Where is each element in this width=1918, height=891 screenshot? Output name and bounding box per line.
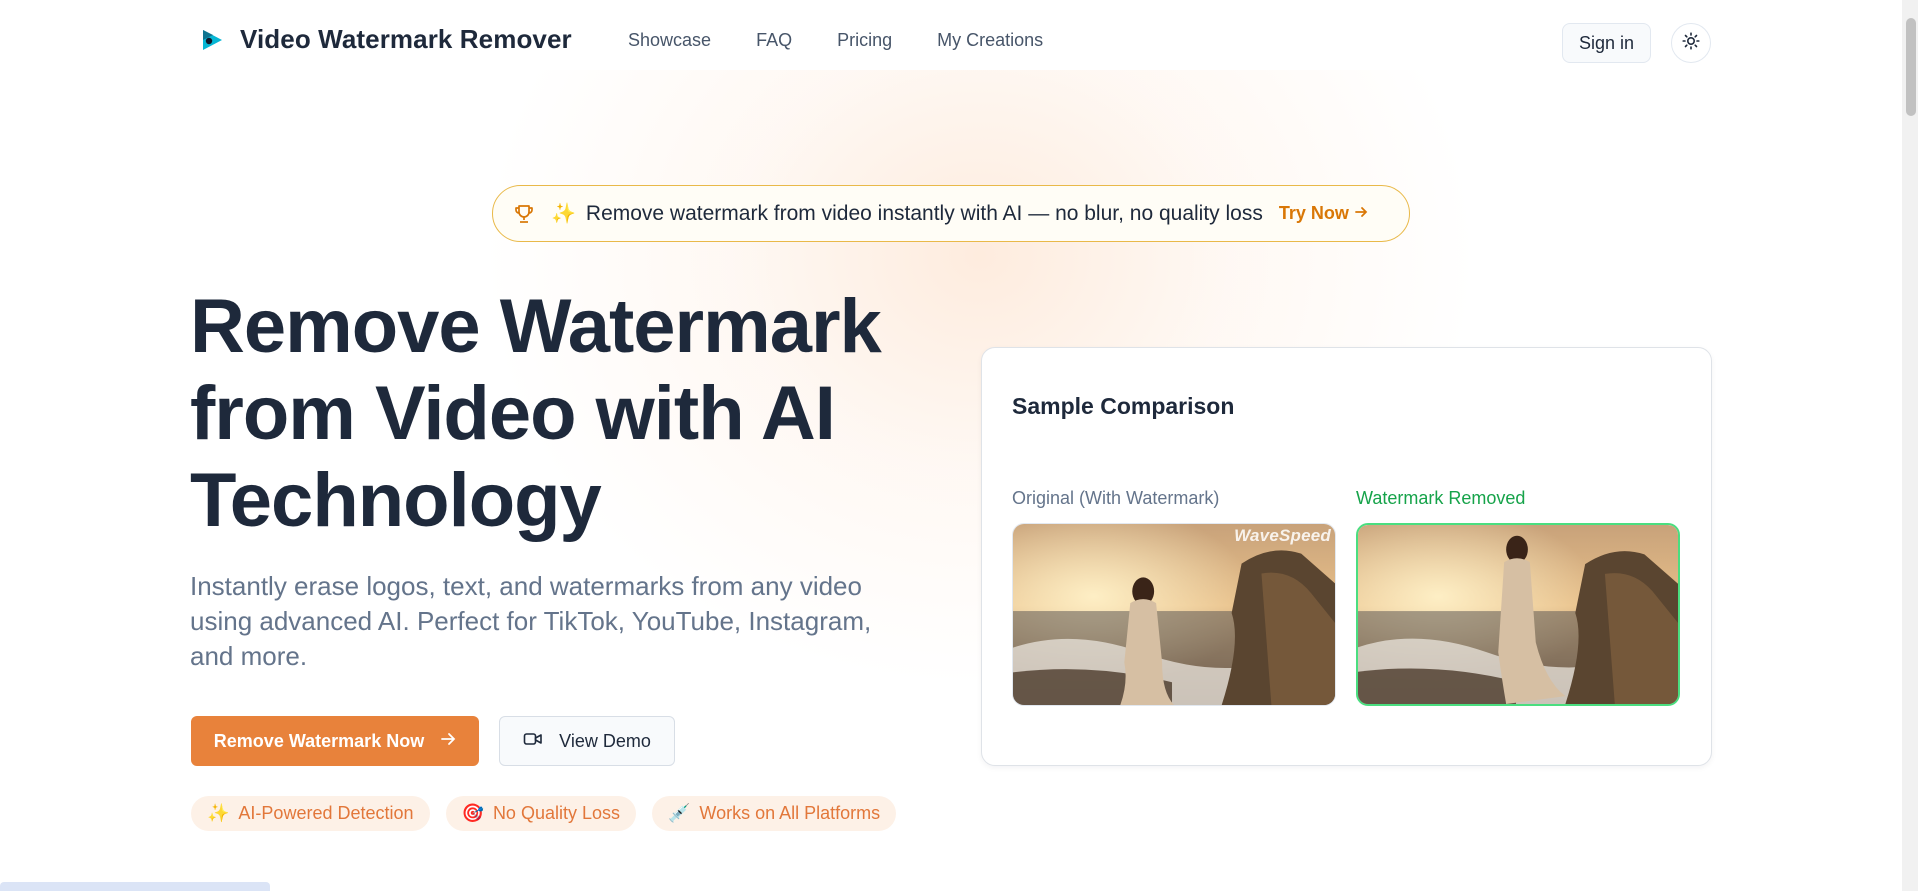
arrow-right-icon	[440, 731, 456, 752]
remove-watermark-now-button[interactable]: Remove Watermark Now	[191, 716, 479, 766]
arrow-right-icon	[1354, 203, 1368, 224]
hero-subtitle: Instantly erase logos, text, and waterma…	[190, 571, 872, 671]
nav-showcase[interactable]: Showcase	[628, 30, 711, 51]
secondary-cta-label: View Demo	[559, 730, 651, 751]
sparkles-icon: ✨	[551, 203, 576, 225]
feature-chip: ✨ AI-Powered Detection	[191, 796, 430, 831]
try-now-label: Try Now	[1278, 203, 1349, 223]
nav-my-creations[interactable]: My Creations	[937, 30, 1043, 51]
theme-toggle-button[interactable]	[1671, 23, 1711, 63]
feature-chip: 💉 Works on All Platforms	[652, 796, 897, 831]
brand[interactable]: Video Watermark Remover	[198, 24, 572, 55]
feature-chip: 🎯 No Quality Loss	[445, 796, 636, 831]
sample-comparison-card: Sample Comparison Original (With Waterma…	[981, 347, 1712, 766]
chip-label: AI-Powered Detection	[238, 803, 414, 823]
nav-faq[interactable]: FAQ	[756, 30, 792, 51]
scrollbar[interactable]	[1902, 0, 1918, 891]
hero-title-line: from Video with AI	[190, 371, 836, 456]
scrollbar-thumb[interactable]	[1906, 18, 1916, 116]
site-header: Video Watermark Remover Showcase FAQ Pri…	[0, 0, 1918, 85]
brand-name: Video Watermark Remover	[240, 24, 572, 54]
chip-label: No Quality Loss	[492, 803, 620, 823]
original-label: Original (With Watermark)	[1012, 488, 1220, 508]
hero-title-line: Remove Watermark	[190, 284, 882, 369]
bottom-toast-edge	[0, 882, 270, 891]
hero-title-line: Technology	[190, 458, 602, 543]
target-icon: 🎯	[461, 803, 484, 823]
removed-label: Watermark Removed	[1356, 488, 1526, 508]
try-now-link[interactable]: Try Now	[1279, 203, 1368, 224]
trophy-icon	[513, 202, 537, 226]
sun-icon	[1682, 31, 1700, 55]
feature-chips: ✨ AI-Powered Detection 🎯 No Quality Loss…	[191, 796, 897, 831]
hero-title: Remove Watermark from Video with AI Tech…	[190, 283, 950, 544]
removed-video-thumbnail[interactable]	[1356, 523, 1680, 706]
view-demo-button[interactable]: View Demo	[499, 716, 675, 766]
announcement-text: Remove watermark from video instantly wi…	[585, 201, 1263, 225]
syringe-icon: 💉	[668, 803, 691, 823]
sparkles-icon: ✨	[207, 803, 230, 823]
video-camera-icon	[523, 731, 543, 752]
original-video-thumbnail[interactable]: WaveSpeed	[1012, 523, 1336, 706]
main-nav: Showcase FAQ Pricing My Creations	[628, 30, 1043, 51]
play-logo-icon	[198, 26, 226, 54]
primary-cta-label: Remove Watermark Now	[213, 730, 425, 751]
chip-label: Works on All Platforms	[699, 803, 881, 823]
nav-pricing[interactable]: Pricing	[837, 30, 892, 51]
sign-in-button[interactable]: Sign in	[1562, 23, 1651, 63]
card-title: Sample Comparison	[1012, 393, 1235, 419]
announcement-banner[interactable]: ✨ Remove watermark from video instantly …	[492, 185, 1410, 242]
watermark-overlay: WaveSpeed	[1234, 526, 1331, 545]
